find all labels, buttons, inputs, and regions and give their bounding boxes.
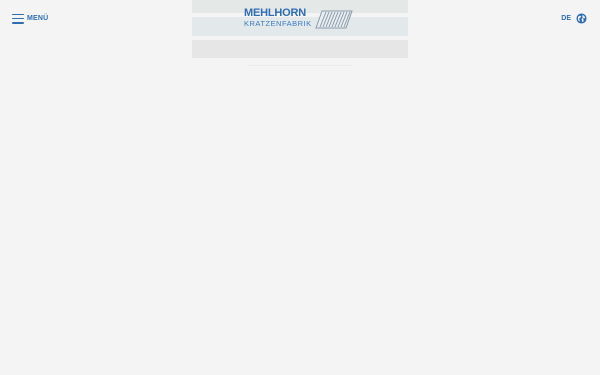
logo-wordmark-top: MEHLHORN [244,7,306,19]
site-logo[interactable]: MEHLHORN KRATZENFABRIK [244,8,356,30]
divider [247,65,353,66]
menu-button[interactable]: MENÜ [12,12,48,25]
comb-logo-icon [315,10,353,29]
placeholder-bar [192,40,408,58]
language-switcher[interactable]: DE [561,12,587,25]
site-header: MENÜ MEHLHORN KRATZENFABRIK DE [0,0,600,66]
logo-wordmark-bottom: KRATZENFABRIK [244,19,312,28]
hamburger-icon [12,13,24,24]
menu-label: MENÜ [27,15,49,22]
language-label: DE [561,15,571,22]
globe-icon [576,13,587,24]
